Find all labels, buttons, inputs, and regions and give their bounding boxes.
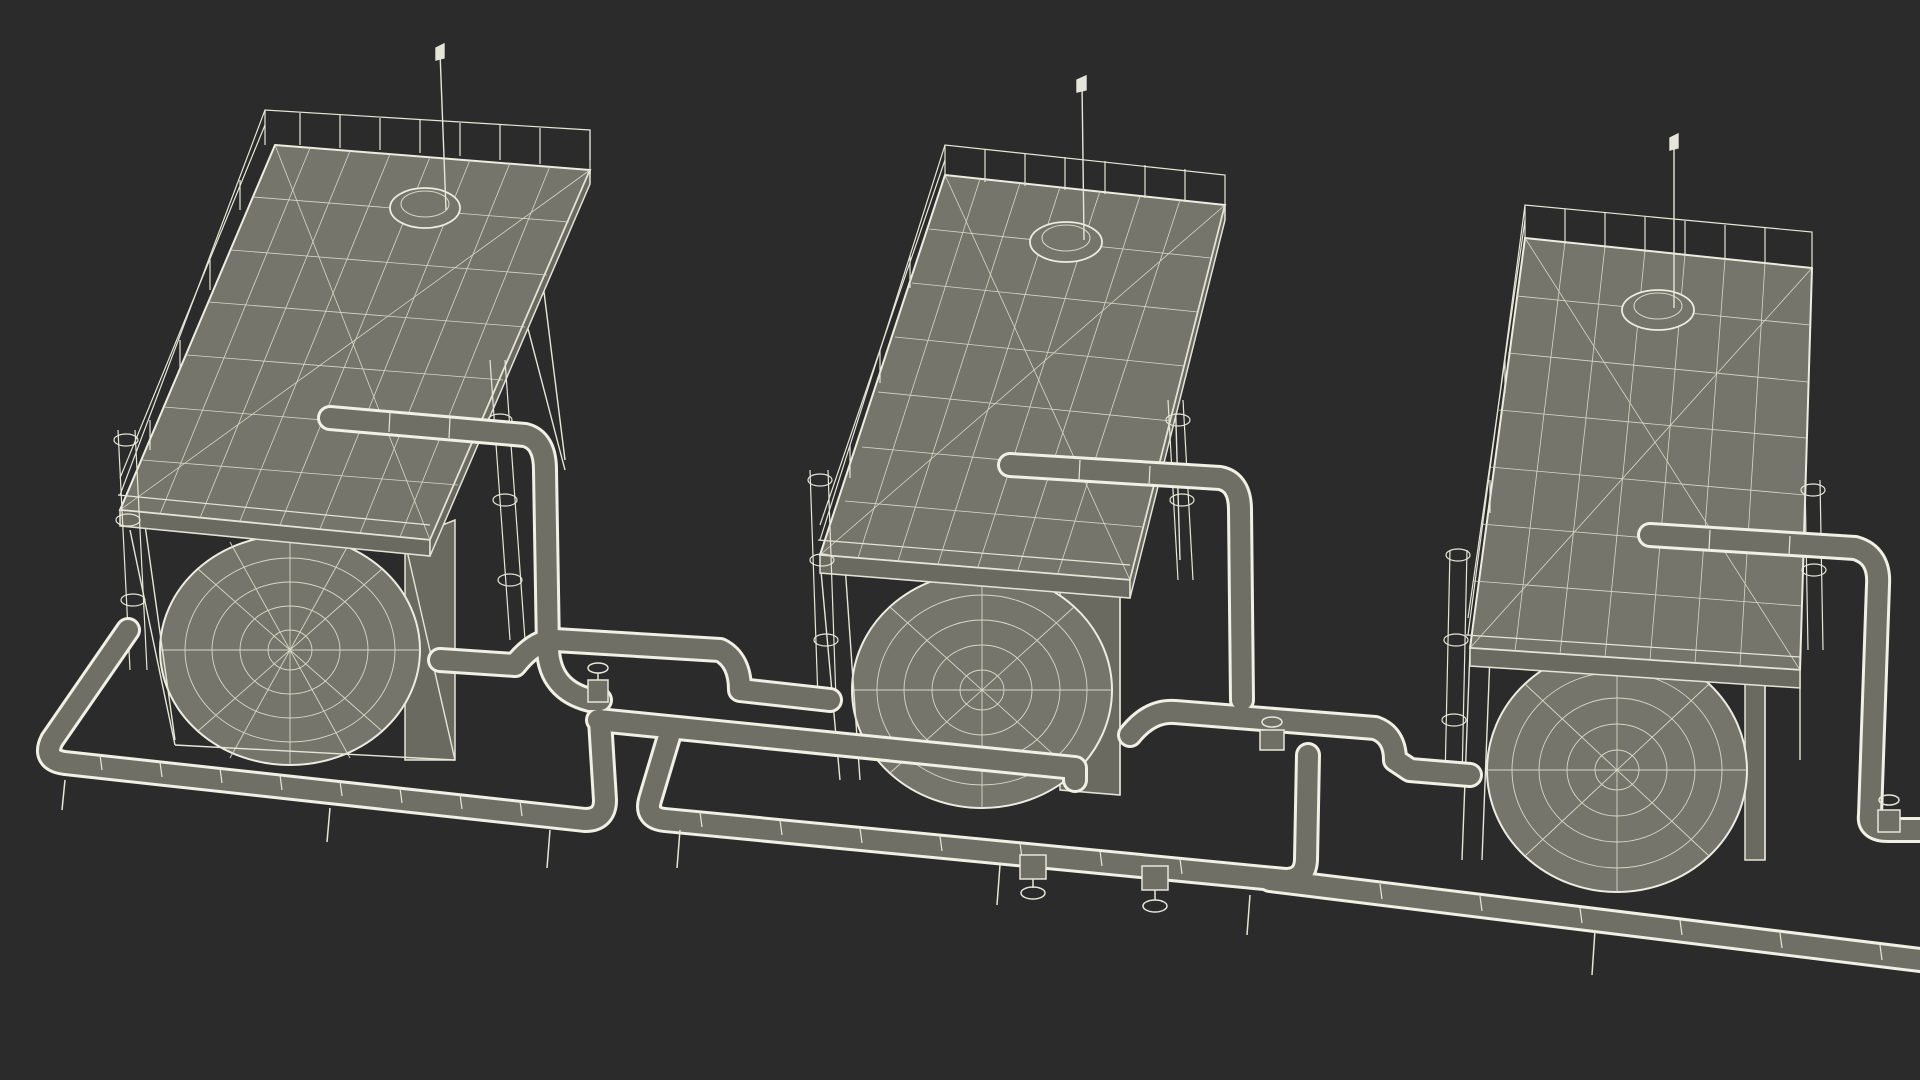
tank-2-roof-deck <box>818 173 1227 599</box>
valve-3 <box>1141 865 1169 913</box>
tank-3-spherical-end <box>1486 647 1766 893</box>
storage-tank-2 <box>807 74 1227 809</box>
pipe-supports <box>61 779 1596 976</box>
storage-tank-3 <box>1441 132 1827 893</box>
valve-1 <box>587 662 609 703</box>
tank-1-manhole-hatch <box>389 187 461 229</box>
tank-1-roof-deck <box>118 143 592 557</box>
tank-farm-wireframe-scene <box>36 42 1920 976</box>
wireframe-viewport <box>0 0 1920 1080</box>
valve-2 <box>1019 854 1047 900</box>
tank-2-manhole-hatch <box>1029 221 1103 263</box>
tank-1-spherical-end <box>159 518 456 766</box>
tank-3-manhole-hatch <box>1621 289 1695 331</box>
